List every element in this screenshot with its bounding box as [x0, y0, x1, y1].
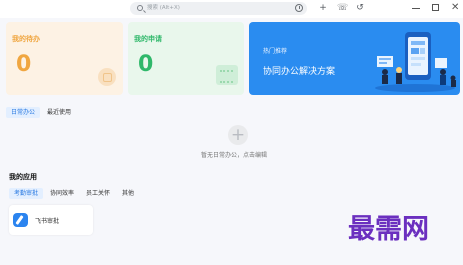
tab-recent[interactable]: 最近使用	[42, 107, 76, 118]
tab-daily-office[interactable]: 日常办公	[6, 107, 41, 118]
tab-employee-care[interactable]: 员工关怀	[81, 188, 115, 199]
calendar-deco-icon	[216, 65, 238, 85]
promo-banner[interactable]: 热门推荐 协同办公解决方案	[249, 22, 460, 95]
app-card-feishu-approval[interactable]: 飞书审批	[9, 205, 93, 235]
my-apps-title: 我的应用	[9, 173, 37, 181]
banner-title: 协同办公解决方案	[263, 67, 336, 77]
search-placeholder: 搜索 (Alt+X)	[147, 5, 180, 11]
add-icon[interactable]: +	[318, 3, 328, 13]
my-apply-title: 我的申请	[134, 35, 162, 43]
my-todo-count: 0	[16, 52, 32, 77]
banner-subtitle: 热门推荐	[263, 48, 288, 55]
history-icon[interactable]: ↺	[355, 3, 365, 13]
todo-deco-icon	[98, 68, 116, 86]
app-window: 搜索 (Alt+X) + ☏ ↺ ✕ 我的待办 0 我的申请 0 热门推荐 协同…	[0, 0, 463, 265]
feishu-approval-icon	[13, 213, 28, 227]
my-todo-card[interactable]: 我的待办 0	[6, 22, 123, 95]
tab-other[interactable]: 其他	[117, 188, 139, 199]
tab-attendance-approval[interactable]: 考勤审批	[9, 188, 44, 199]
maximize-icon[interactable]	[432, 4, 439, 11]
close-icon[interactable]: ✕	[451, 2, 459, 13]
search-bar[interactable]: 搜索 (Alt+X)	[130, 2, 307, 15]
daily-tabs: 日常办公 最近使用	[6, 107, 78, 118]
watermark: 最需网	[348, 214, 429, 245]
minimize-icon[interactable]	[412, 8, 420, 9]
app-label: 飞书审批	[35, 218, 60, 225]
search-history-icon[interactable]	[295, 4, 303, 12]
app-category-tabs: 考勤审批 协同效率 员工关怀 其他	[9, 188, 141, 199]
my-todo-title: 我的待办	[12, 35, 40, 43]
tab-collaboration[interactable]: 协同效率	[45, 188, 79, 199]
search-icon	[137, 5, 143, 11]
phone-icon[interactable]: ☏	[337, 3, 348, 13]
title-bar: 搜索 (Alt+X) + ☏ ↺ ✕	[0, 0, 463, 18]
my-apply-card[interactable]: 我的申请 0	[128, 22, 244, 95]
banner-illustration	[375, 32, 456, 92]
empty-state-text: 暂无日常办公，点击编辑	[201, 152, 268, 159]
add-shortcut-icon[interactable]: +	[228, 125, 248, 145]
my-apply-count: 0	[138, 52, 154, 77]
